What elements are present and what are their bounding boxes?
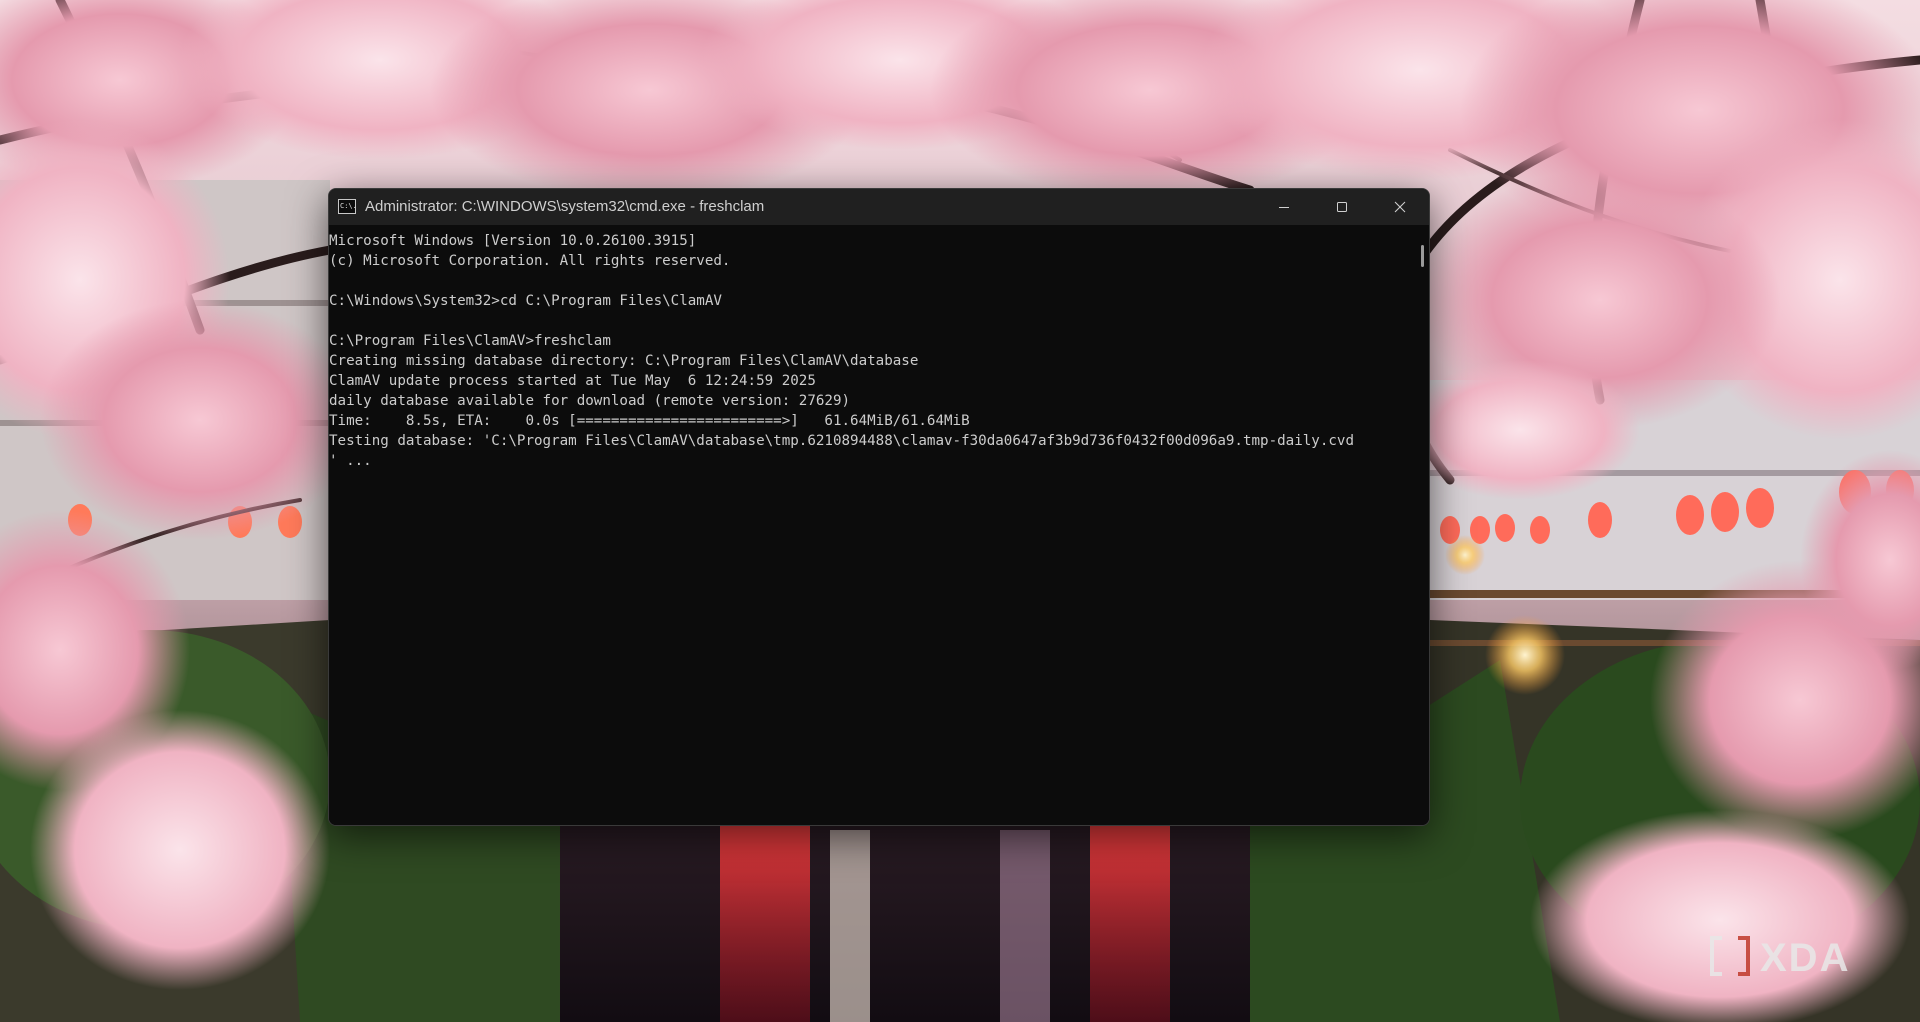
console-line: daily database available for download (r… (329, 393, 851, 409)
xda-logo: XDA (1710, 936, 1850, 978)
window-title: Administrator: C:\WINDOWS\system32\cmd.e… (365, 198, 765, 215)
watermark-text: XDA (1760, 936, 1850, 978)
cmd-window[interactable]: C:\. Administrator: C:\WINDOWS\system32\… (328, 188, 1430, 826)
console-lines: Microsoft Windows [Version 10.0.26100.39… (329, 231, 1417, 471)
desktop: C:\. Administrator: C:\WINDOWS\system32\… (0, 0, 1920, 1022)
minimize-button[interactable] (1255, 189, 1313, 225)
console-line: ' ... (329, 453, 372, 469)
cmd-icon: C:\. (338, 199, 357, 214)
console-line: Time: 8.5s, ETA: 0.0s [=================… (329, 413, 970, 429)
vertical-scrollbar[interactable] (1417, 225, 1429, 825)
minimize-icon (1279, 207, 1289, 208)
title-bar[interactable]: C:\. Administrator: C:\WINDOWS\system32\… (329, 189, 1429, 225)
maximize-button[interactable] (1313, 189, 1371, 225)
console-line: Testing database: 'C:\Program Files\Clam… (329, 433, 1354, 449)
console-output[interactable]: Microsoft Windows [Version 10.0.26100.39… (329, 225, 1417, 825)
scrollbar-thumb[interactable] (1421, 245, 1424, 267)
console-line: ClamAV update process started at Tue May… (329, 373, 816, 389)
console-line: C:\Windows\System32>cd C:\Program Files\… (329, 293, 722, 309)
close-button[interactable] (1371, 189, 1429, 225)
close-icon (1394, 201, 1406, 213)
console-line: C:\Program Files\ClamAV>freshclam (329, 333, 611, 349)
console-line: Microsoft Windows [Version 10.0.26100.39… (329, 233, 697, 249)
console-line: Creating missing database directory: C:\… (329, 353, 919, 369)
console-line: (c) Microsoft Corporation. All rights re… (329, 253, 731, 269)
maximize-icon (1337, 202, 1347, 212)
